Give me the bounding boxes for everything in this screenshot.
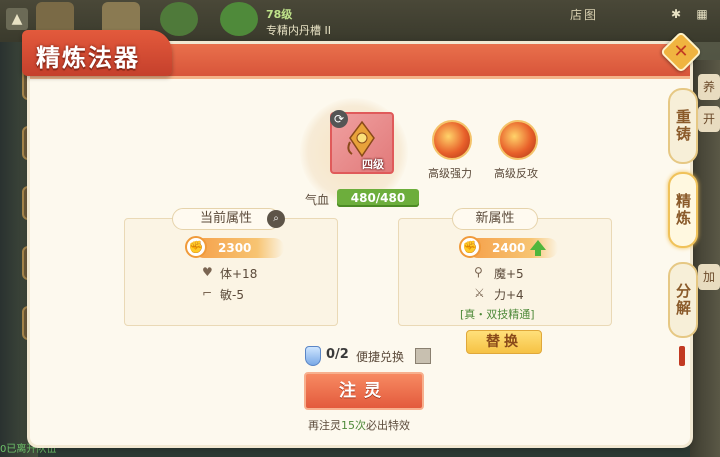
sword-icon: ⚔ <box>474 286 485 300</box>
wand-icon: ⚲ <box>474 265 483 279</box>
new-attributes-title: 新属性 <box>452 208 538 230</box>
settings-icon[interactable]: ✱ <box>668 6 684 22</box>
new-stat: 力+4 <box>494 288 524 302</box>
search-icon[interactable]: ⌕ <box>267 210 285 228</box>
hp-bar: 480/480 <box>337 189 419 207</box>
new-skill-line: [真・双技精通] <box>460 308 535 321</box>
quick-exchange-checkbox[interactable] <box>415 348 431 364</box>
hp-label: 气血 <box>305 193 330 207</box>
right-button[interactable]: 加 <box>698 264 720 290</box>
item-artifact-icon <box>347 120 375 158</box>
skill-strength-icon[interactable] <box>432 120 472 160</box>
fist-icon: ✊ <box>185 236 207 258</box>
panel-title: 精炼法器 <box>36 43 140 72</box>
current-stat: 体+18 <box>220 267 258 281</box>
boot-icon: ⌐ <box>202 286 213 300</box>
item-grade: 四级 <box>362 158 384 171</box>
heart-icon: ♥ <box>202 265 213 279</box>
close-icon: ✕ <box>673 41 689 62</box>
level-label: 78级 <box>266 8 293 21</box>
tassel-decoration <box>679 346 685 366</box>
current-attributes-title: 当前属性 <box>172 208 280 230</box>
jade-icon[interactable] <box>160 2 198 36</box>
new-stat: 魔+5 <box>494 267 524 281</box>
current-power: 2300 <box>194 238 284 258</box>
refresh-icon[interactable]: ⟳ <box>330 110 348 128</box>
skill-label: 高级强力 <box>428 167 472 180</box>
tab-recast[interactable]: 重铸 <box>668 88 698 164</box>
bottle-icon <box>305 346 321 366</box>
skill-counter-icon[interactable] <box>498 120 538 160</box>
map-label[interactable]: 店图 <box>570 6 598 23</box>
fist-icon: ✊ <box>459 236 481 258</box>
current-stat: 敏-5 <box>220 288 244 302</box>
infuse-hint: 再注灵15次必出特效 <box>308 419 410 432</box>
replace-button[interactable]: 替换 <box>466 330 542 354</box>
up-arrow-stem <box>535 249 541 256</box>
slot-label: 专精内丹槽 II <box>266 24 331 37</box>
tab-decompose[interactable]: 分解 <box>668 262 698 338</box>
pill-icon[interactable] <box>220 2 258 36</box>
grid-icon[interactable]: ▦ <box>694 6 710 22</box>
quick-exchange-label: 便捷兑换 <box>356 350 405 364</box>
collapse-arrow-icon[interactable]: ▲ <box>6 8 28 30</box>
infuse-count: 0/2 <box>326 347 349 362</box>
right-button[interactable]: 开 <box>698 106 720 132</box>
infuse-button[interactable]: 注灵 <box>304 372 424 410</box>
skill-label: 高级反攻 <box>494 167 538 180</box>
right-button[interactable]: 养 <box>698 74 720 100</box>
tab-refine[interactable]: 精炼 <box>668 172 698 248</box>
